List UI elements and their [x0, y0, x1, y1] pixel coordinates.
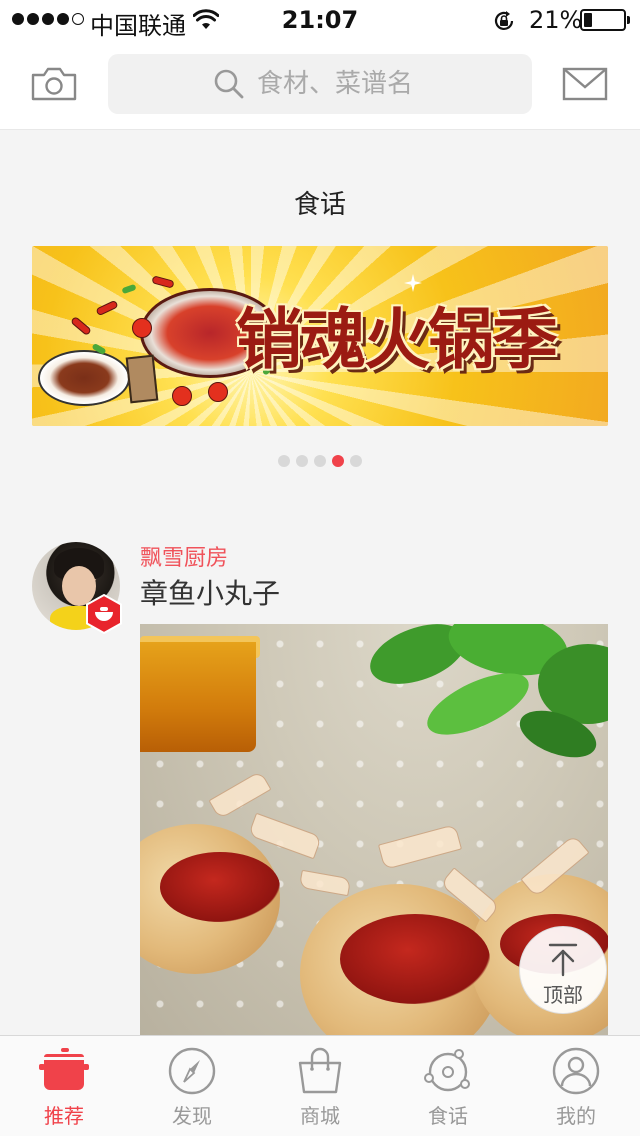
shopping-bag-icon [298, 1047, 342, 1094]
bottom-tab-bar: 推荐 发现 商城 食话 我的 [0, 1035, 640, 1136]
compass-icon [168, 1047, 216, 1095]
pager-dot[interactable] [296, 455, 308, 467]
tab-food-talk[interactable]: 食话 [384, 1036, 512, 1136]
search-input[interactable] [257, 69, 427, 99]
chef-badge-icon [84, 593, 124, 635]
planet-icon [424, 1049, 470, 1092]
greens-illustration [370, 624, 608, 758]
pager-dot[interactable] [314, 455, 326, 467]
status-bar: 中国联通 21:07 21% [0, 0, 640, 40]
banner-pager [0, 455, 640, 467]
search-icon [214, 69, 244, 99]
pager-dot[interactable] [278, 455, 290, 467]
pager-dot-active[interactable] [332, 455, 344, 467]
tab-label: 我的 [556, 1104, 596, 1128]
tab-label: 发现 [172, 1104, 212, 1128]
paper-bag-illustration [125, 354, 159, 404]
tab-label: 食话 [428, 1104, 468, 1128]
search-bar[interactable] [108, 54, 532, 114]
arrow-up-icon [548, 943, 578, 977]
section-title: 食话 [293, 190, 346, 220]
noodle-bowl-illustration [38, 350, 130, 406]
battery-percent: 21% [529, 6, 583, 34]
tab-discover[interactable]: 发现 [128, 1036, 256, 1136]
rotation-lock-icon [492, 9, 516, 37]
recipe-title[interactable]: 章鱼小丸子 [140, 572, 280, 612]
tab-recommend[interactable]: 推荐 [0, 1036, 128, 1136]
tab-mine[interactable]: 我的 [512, 1036, 640, 1136]
mail-icon[interactable] [562, 67, 608, 105]
tab-label: 推荐 [44, 1104, 84, 1128]
pot-icon [39, 1048, 89, 1090]
back-to-top-button[interactable]: 顶部 [519, 926, 607, 1014]
banner-slogan: 销魂火锅季 [236, 300, 558, 378]
tab-label: 商城 [300, 1104, 340, 1128]
user-icon [552, 1047, 600, 1095]
pager-dot[interactable] [350, 455, 362, 467]
promo-banner[interactable]: 销魂火锅季 [32, 246, 608, 426]
battery-icon [580, 9, 630, 31]
tab-mall[interactable]: 商城 [256, 1036, 384, 1136]
author-name[interactable]: 飘雪厨房 [140, 540, 228, 572]
back-to-top-label: 顶部 [543, 983, 583, 1007]
camera-icon[interactable] [30, 66, 78, 106]
top-header [0, 40, 640, 130]
